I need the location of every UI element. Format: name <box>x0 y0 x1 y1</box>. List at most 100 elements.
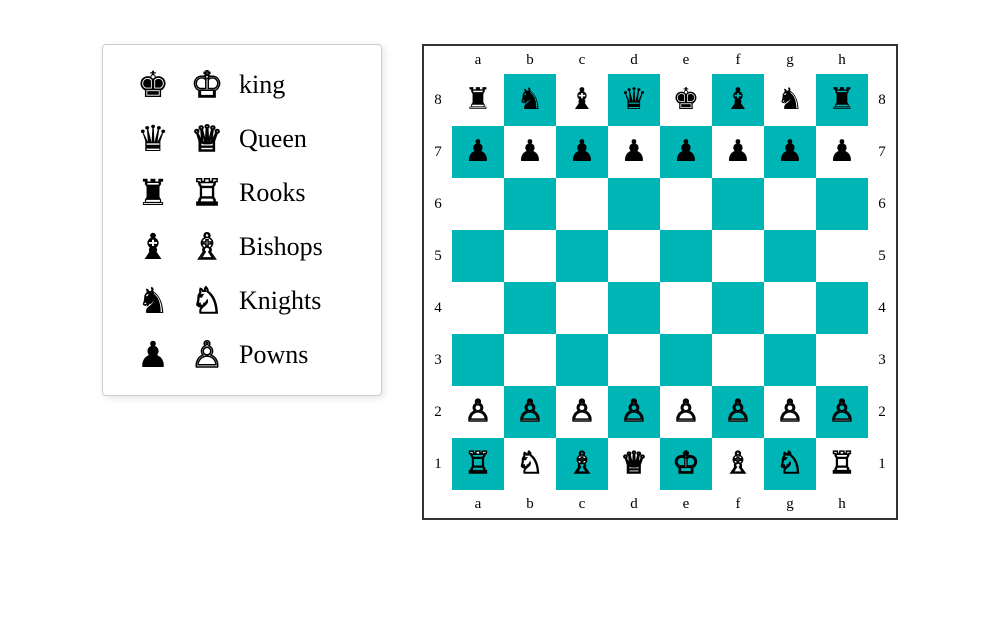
piece-f1: ♗ <box>725 449 752 479</box>
cell-e1: ♔ <box>660 438 712 490</box>
cell-a7: ♟ <box>452 126 504 178</box>
legend-label: Powns <box>239 340 308 370</box>
col-label-bottom-b: b <box>504 490 556 518</box>
cell-e6 <box>660 178 712 230</box>
piece-d2: ♙ <box>621 397 648 427</box>
row-label-left-6: 6 <box>424 178 452 230</box>
cell-f3 <box>712 334 764 386</box>
cell-d1: ♕ <box>608 438 660 490</box>
col-label-top-a: a <box>452 46 504 74</box>
piece-c1: ♗ <box>569 449 596 479</box>
piece-white-icon: ♕ <box>185 121 229 157</box>
legend-label: Knights <box>239 286 321 316</box>
cell-d8: ♛ <box>608 74 660 126</box>
cell-g6 <box>764 178 816 230</box>
cell-f6 <box>712 178 764 230</box>
cell-e5 <box>660 230 712 282</box>
piece-h1: ♖ <box>829 449 856 479</box>
piece-d8: ♛ <box>621 85 648 115</box>
cell-c2: ♙ <box>556 386 608 438</box>
row-label-right-1: 1 <box>868 438 896 490</box>
legend-label: Bishops <box>239 232 323 262</box>
cell-a8: ♜ <box>452 74 504 126</box>
col-label-top-g: g <box>764 46 816 74</box>
col-label-bottom-f: f <box>712 490 764 518</box>
piece-h8: ♜ <box>829 85 856 115</box>
cell-g4 <box>764 282 816 334</box>
legend-row-king: ♚♔king <box>131 63 353 107</box>
row-label-right-4: 4 <box>868 282 896 334</box>
legend-row-bishops: ♝♗Bishops <box>131 225 353 269</box>
cell-f1: ♗ <box>712 438 764 490</box>
row-label-right-6: 6 <box>868 178 896 230</box>
col-label-top-c: c <box>556 46 608 74</box>
cell-f4 <box>712 282 764 334</box>
cell-c6 <box>556 178 608 230</box>
piece-d7: ♟ <box>621 137 648 167</box>
legend-label: king <box>239 70 285 100</box>
cell-h8: ♜ <box>816 74 868 126</box>
row-label-right-2: 2 <box>868 386 896 438</box>
piece-a2: ♙ <box>465 397 492 427</box>
cell-e2: ♙ <box>660 386 712 438</box>
cell-a5 <box>452 230 504 282</box>
row-label-right-5: 5 <box>868 230 896 282</box>
legend-row-powns: ♟♙Powns <box>131 333 353 377</box>
legend-label: Rooks <box>239 178 305 208</box>
cell-h3 <box>816 334 868 386</box>
cell-d2: ♙ <box>608 386 660 438</box>
legend-row-knights: ♞♘Knights <box>131 279 353 323</box>
col-label-top-f: f <box>712 46 764 74</box>
legend-card: ♚♔king♛♕Queen♜♖Rooks♝♗Bishops♞♘Knights♟♙… <box>102 44 382 396</box>
legend-label: Queen <box>239 124 307 154</box>
cell-b2: ♙ <box>504 386 556 438</box>
row-label-left-7: 7 <box>424 126 452 178</box>
row-label-left-8: 8 <box>424 74 452 126</box>
col-label-bottom-h: h <box>816 490 868 518</box>
cell-b7: ♟ <box>504 126 556 178</box>
cell-h5 <box>816 230 868 282</box>
piece-d1: ♕ <box>621 449 648 479</box>
cell-a6 <box>452 178 504 230</box>
cell-d3 <box>608 334 660 386</box>
cell-d6 <box>608 178 660 230</box>
cell-h2: ♙ <box>816 386 868 438</box>
piece-black-icon: ♟ <box>131 337 175 373</box>
cell-d7: ♟ <box>608 126 660 178</box>
piece-c7: ♟ <box>569 137 596 167</box>
piece-white-icon: ♔ <box>185 67 229 103</box>
chess-board: abcdefgh8♜♞♝♛♚♝♞♜87♟♟♟♟♟♟♟♟7665544332♙♙♙… <box>422 44 898 520</box>
piece-a1: ♖ <box>465 449 492 479</box>
piece-b1: ♘ <box>517 449 544 479</box>
cell-b8: ♞ <box>504 74 556 126</box>
piece-b2: ♙ <box>517 397 544 427</box>
cell-c1: ♗ <box>556 438 608 490</box>
cell-a2: ♙ <box>452 386 504 438</box>
row-label-right-7: 7 <box>868 126 896 178</box>
cell-b1: ♘ <box>504 438 556 490</box>
piece-white-icon: ♗ <box>185 229 229 265</box>
cell-c3 <box>556 334 608 386</box>
piece-h7: ♟ <box>829 137 856 167</box>
piece-white-icon: ♖ <box>185 175 229 211</box>
piece-white-icon: ♘ <box>185 283 229 319</box>
col-label-bottom-e: e <box>660 490 712 518</box>
cell-g1: ♘ <box>764 438 816 490</box>
piece-f7: ♟ <box>725 137 752 167</box>
piece-g7: ♟ <box>777 137 804 167</box>
cell-g2: ♙ <box>764 386 816 438</box>
cell-e4 <box>660 282 712 334</box>
corner-br <box>868 490 896 518</box>
piece-b7: ♟ <box>517 137 544 167</box>
col-label-bottom-d: d <box>608 490 660 518</box>
legend-row-rooks: ♜♖Rooks <box>131 171 353 215</box>
main-content: ♚♔king♛♕Queen♜♖Rooks♝♗Bishops♞♘Knights♟♙… <box>102 44 898 520</box>
corner-tl <box>424 46 452 74</box>
row-label-left-1: 1 <box>424 438 452 490</box>
cell-e8: ♚ <box>660 74 712 126</box>
col-label-bottom-c: c <box>556 490 608 518</box>
piece-c2: ♙ <box>569 397 596 427</box>
piece-g2: ♙ <box>777 397 804 427</box>
piece-e1: ♔ <box>673 449 700 479</box>
piece-a7: ♟ <box>465 137 492 167</box>
